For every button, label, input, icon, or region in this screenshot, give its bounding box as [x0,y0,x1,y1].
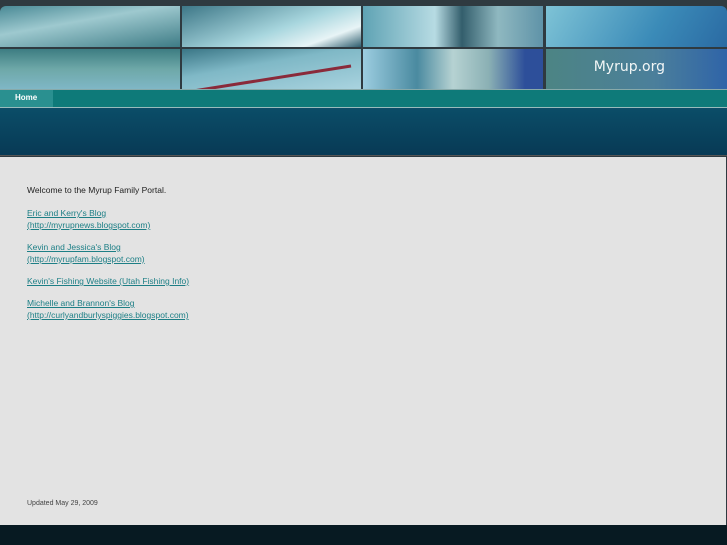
banner-image-panel [363,6,543,47]
link-title: Eric and Kerry's Blog [27,208,107,218]
banner-image-panel [0,49,180,89]
banner-image-panel [0,6,180,47]
link-title: Michelle and Brannon's Blog [27,298,135,308]
nav-bar: Home [0,89,727,108]
link-michelle-brannon-blog[interactable]: Michelle and Brannon's Blog (http://curl… [27,298,189,320]
link-url: (http://myrupfam.blogspot.com) [27,254,145,264]
header-band [0,108,727,156]
link-url: (http://curlyandburlyspiggies.blogspot.c… [27,310,189,320]
welcome-text: Welcome to the Myrup Family Portal. [27,185,167,195]
link-eric-kerry-blog[interactable]: Eric and Kerry's Blog (http://myrupnews.… [27,208,150,230]
footer-bar [0,525,727,545]
banner-image-panel [546,6,727,47]
banner-image-panel [182,49,361,89]
header-banner: Myrup.org [0,6,727,89]
site-title: Myrup.org [593,59,665,75]
banner-image-panel [182,6,361,47]
banner-image-panel [363,49,543,89]
link-fishing-website[interactable]: Kevin's Fishing Website (Utah Fishing In… [27,276,189,286]
link-title: Kevin and Jessica's Blog [27,242,121,252]
link-url: (http://myrupnews.blogspot.com) [27,220,151,230]
main-content: Welcome to the Myrup Family Portal. Eric… [0,157,726,525]
link-kevin-jessica-blog[interactable]: Kevin and Jessica's Blog (http://myrupfa… [27,242,145,264]
nav-tab-home[interactable]: Home [0,90,53,107]
updated-date: Updated May 29, 2009 [27,500,98,507]
